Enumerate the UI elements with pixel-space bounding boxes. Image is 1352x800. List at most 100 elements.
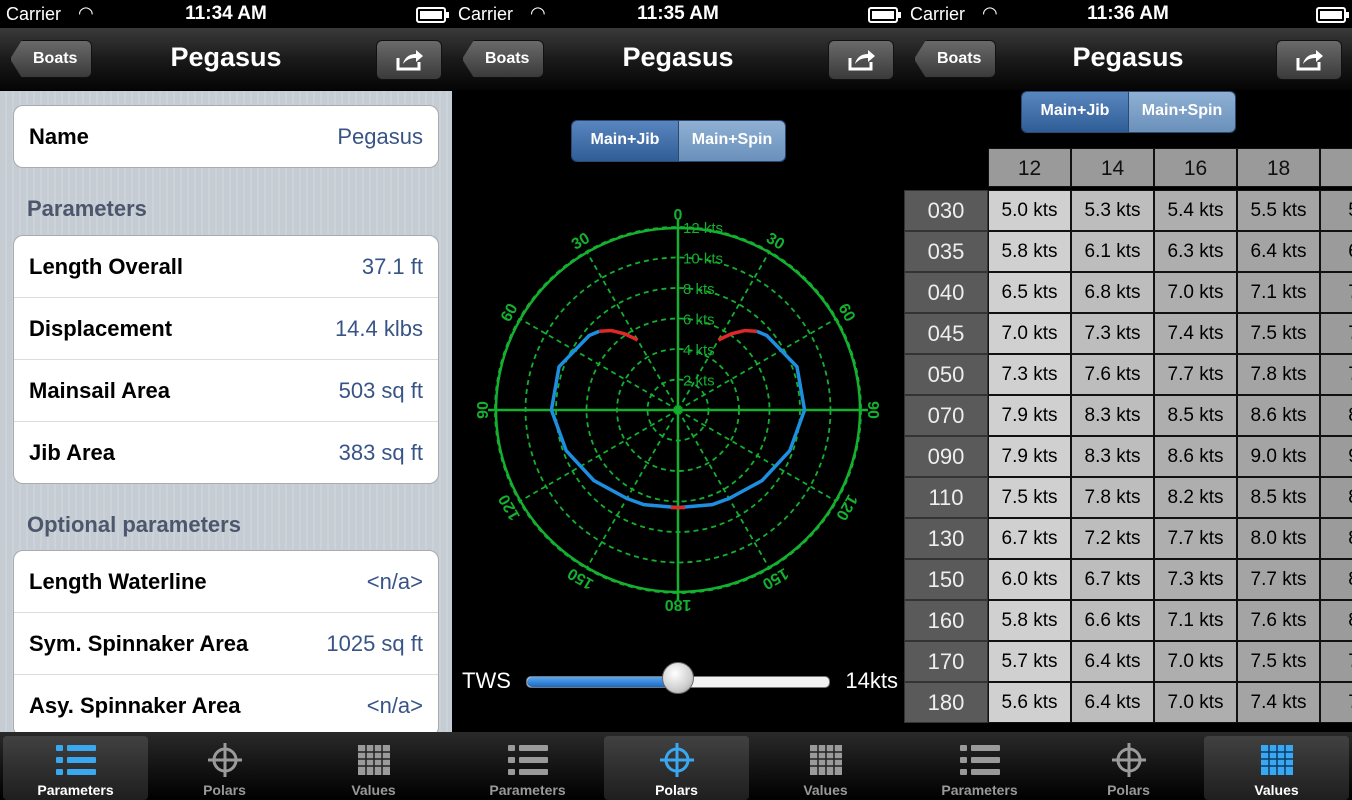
table-cell: 7.9 kts bbox=[988, 436, 1071, 477]
table-cell: 7.2 kts bbox=[1071, 518, 1154, 559]
segment-main-spin[interactable]: Main+Spin bbox=[678, 121, 785, 161]
table-cell: 5.8 kts bbox=[988, 231, 1071, 272]
table-cell: 8.1 bbox=[1320, 559, 1352, 600]
list-icon bbox=[507, 745, 548, 775]
table-cell: 5.7 bbox=[1320, 190, 1352, 231]
share-button[interactable] bbox=[828, 40, 894, 80]
table-cell: 7.3 kts bbox=[1071, 313, 1154, 354]
polar-angle-label: 120 bbox=[496, 491, 524, 523]
table-cell: 7.3 kts bbox=[988, 354, 1071, 395]
share-button[interactable] bbox=[1276, 40, 1342, 80]
parameters-screen: Carrier ◠ 11:34 AM Boats Pegasus Name Pe… bbox=[0, 0, 452, 800]
table-cell: 6.4 kts bbox=[1237, 231, 1320, 272]
tab-parameters[interactable]: Parameters bbox=[455, 736, 600, 800]
row-value: 14.4 klbs bbox=[334, 316, 423, 341]
list-icon bbox=[959, 745, 1000, 775]
tab-values[interactable]: Values bbox=[301, 736, 446, 800]
row-label: Mainsail Area bbox=[29, 378, 171, 403]
table-cell: 6.8 kts bbox=[1071, 272, 1154, 313]
tab-values[interactable]: Values bbox=[753, 736, 898, 800]
tws-slider-fill bbox=[527, 677, 680, 687]
table-cell: 5.8 kts bbox=[988, 600, 1071, 641]
table-cell: 8.3 kts bbox=[1071, 395, 1154, 436]
row-angle-header: 070 bbox=[904, 395, 988, 436]
segment-main-jib[interactable]: Main+Jib bbox=[1022, 92, 1128, 132]
ring-speed-label: 4 kts bbox=[683, 342, 715, 359]
tab-label: Polars bbox=[655, 782, 698, 798]
row-label: Asy. Spinnaker Area bbox=[29, 693, 241, 718]
table-cell: 7.9 bbox=[1320, 641, 1352, 682]
column-header: 18 bbox=[1237, 148, 1320, 187]
table-cell: 9.0 kts bbox=[1237, 436, 1320, 477]
tab-label: Polars bbox=[203, 782, 246, 798]
table-cell: 6.0 kts bbox=[988, 559, 1071, 600]
share-icon bbox=[1296, 50, 1323, 71]
list-item[interactable]: Displacement 14.4 klbs bbox=[14, 297, 438, 359]
share-button[interactable] bbox=[376, 40, 442, 80]
tab-values[interactable]: Values bbox=[1204, 736, 1349, 800]
table-icon bbox=[809, 745, 842, 775]
polar-angle-label: 150 bbox=[565, 564, 597, 592]
table-cell: 7.6 kts bbox=[1237, 600, 1320, 641]
segment-main-jib[interactable]: Main+Jib bbox=[572, 121, 678, 161]
tab-polars[interactable]: Polars bbox=[604, 736, 749, 800]
tws-label: TWS bbox=[462, 668, 511, 693]
list-item[interactable]: Mainsail Area 503 sq ft bbox=[14, 359, 438, 421]
battery-icon bbox=[1316, 7, 1349, 23]
row-label: Sym. Spinnaker Area bbox=[29, 631, 249, 656]
polar-angle-label: 150 bbox=[759, 564, 791, 592]
list-item[interactable]: Jib Area 383 sq ft bbox=[14, 421, 438, 483]
segment-main-spin[interactable]: Main+Spin bbox=[1128, 92, 1235, 132]
row-angle-header: 035 bbox=[904, 231, 988, 272]
sail-config-segmented-control: Main+Jib Main+Spin bbox=[1021, 91, 1236, 133]
navigation-bar: Boats Pegasus bbox=[904, 28, 1352, 91]
table-cell: 7.4 kts bbox=[1237, 682, 1320, 723]
list-item[interactable]: Length Overall 37.1 ft bbox=[14, 236, 438, 297]
table-cell: 6.4 kts bbox=[1071, 682, 1154, 723]
list-item[interactable]: Sym. Spinnaker Area 1025 sq ft bbox=[14, 612, 438, 674]
row-angle-header: 170 bbox=[904, 641, 988, 682]
row-angle-header: 050 bbox=[904, 354, 988, 395]
polar-angle-label: 90 bbox=[475, 401, 492, 419]
row-label: Jib Area bbox=[29, 440, 116, 465]
table-cell: 7.1 kts bbox=[1237, 272, 1320, 313]
table-cell: 6.6 kts bbox=[1071, 600, 1154, 641]
list-item[interactable]: Length Waterline <n/a> bbox=[14, 551, 438, 612]
table-cell: 6.7 kts bbox=[1071, 559, 1154, 600]
tab-label: Parameters bbox=[489, 782, 566, 798]
table-cell: 7.3 kts bbox=[1154, 559, 1237, 600]
tab-polars[interactable]: Polars bbox=[1056, 736, 1201, 800]
table-cell: 8.8 bbox=[1320, 477, 1352, 518]
list-item[interactable]: Asy. Spinnaker Area <n/a> bbox=[14, 674, 438, 736]
tab-polars[interactable]: Polars bbox=[152, 736, 297, 800]
table-cell: 6.3 kts bbox=[1154, 231, 1237, 272]
navigation-bar: Boats Pegasus bbox=[452, 28, 904, 91]
crosshair-icon bbox=[659, 743, 694, 777]
tws-slider-thumb[interactable] bbox=[662, 662, 694, 694]
table-cell: 8.6 kts bbox=[1154, 436, 1237, 477]
table-cell: 5.7 kts bbox=[988, 641, 1071, 682]
table-cell: 8.2 kts bbox=[1154, 477, 1237, 518]
tab-parameters[interactable]: Parameters bbox=[907, 736, 1052, 800]
table-cell: 7.7 kts bbox=[1154, 518, 1237, 559]
table-cell: 8.3 kts bbox=[1071, 436, 1154, 477]
name-row[interactable]: Name Pegasus bbox=[14, 106, 438, 167]
section-optional-parameters: Optional parameters bbox=[27, 512, 241, 537]
status-time: 11:35 AM bbox=[637, 3, 719, 24]
row-label: Length Waterline bbox=[29, 569, 207, 594]
row-angle-header: 150 bbox=[904, 559, 988, 600]
polar-angle-label: 180 bbox=[665, 596, 692, 613]
table-cell: 7.8 bbox=[1320, 682, 1352, 723]
row-angle-header: 160 bbox=[904, 600, 988, 641]
tab-label: Values bbox=[803, 782, 848, 798]
polar-angle-label: 90 bbox=[864, 401, 881, 419]
share-icon bbox=[396, 50, 423, 71]
table-cell: 6.5 kts bbox=[988, 272, 1071, 313]
column-header: 14 bbox=[1071, 148, 1154, 187]
column-header: 12 bbox=[988, 148, 1071, 187]
status-bar: Carrier ◠ 11:34 AM bbox=[0, 0, 452, 28]
row-angle-header: 030 bbox=[904, 190, 988, 231]
table-cell: 7.0 kts bbox=[988, 313, 1071, 354]
tab-parameters[interactable]: Parameters bbox=[3, 736, 148, 800]
row-value: 383 sq ft bbox=[338, 440, 423, 465]
